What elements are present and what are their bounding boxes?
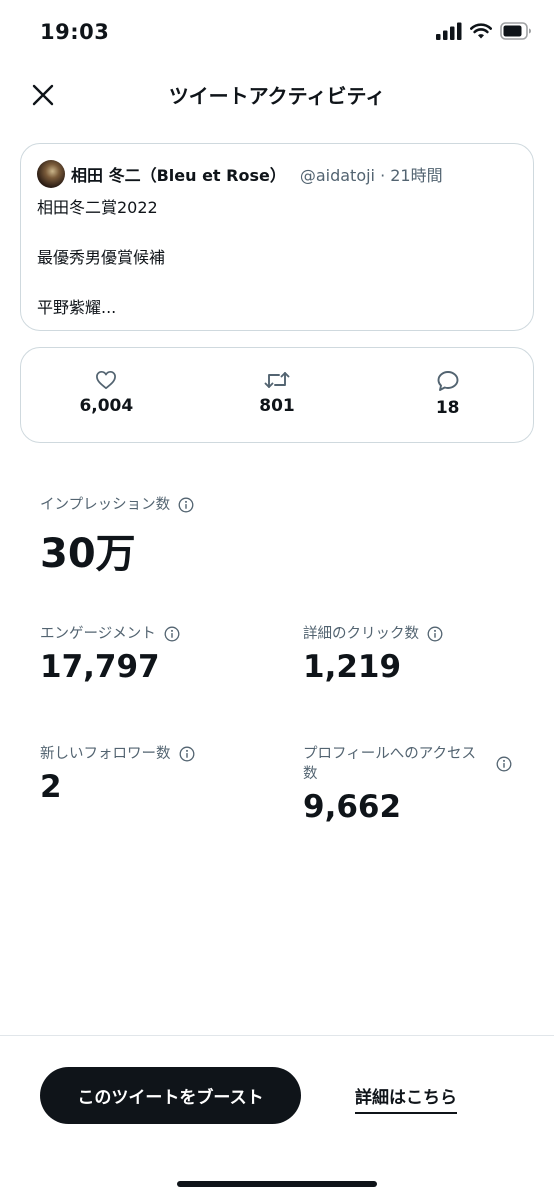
replies-count: 18 (435, 398, 460, 418)
signal-icon (436, 22, 462, 40)
top-nav: ツイートアクティビティ (0, 66, 554, 122)
impressions-metric: インプレッション数 30万 (40, 495, 194, 579)
avatar (37, 160, 65, 188)
tweet-preview-card[interactable]: 相田 冬二（Bleu et Rose） @aidatoji · 21時間 相田冬… (20, 143, 534, 331)
reply-icon (437, 371, 459, 391)
wifi-icon (470, 22, 492, 38)
retweets-count: 801 (259, 396, 295, 416)
battery-icon (500, 22, 531, 40)
replies-stat: 18 (362, 348, 533, 442)
details-link[interactable]: 詳細はこちら (355, 1083, 457, 1114)
new-followers-value: 2 (40, 769, 62, 805)
profile-visits-label-row: プロフィールへのアクセス数 (303, 744, 515, 784)
detail-clicks-label-row: 詳細のクリック数 (303, 624, 443, 644)
retweets-stat: 801 (192, 348, 363, 442)
engagement-counts-card: 6,004 801 18 (20, 347, 534, 443)
engagements-label-row: エンゲージメント (40, 624, 180, 644)
status-icons (436, 22, 532, 40)
info-icon[interactable] (178, 497, 194, 513)
profile-visits-metric: プロフィールへのアクセス数 9,662 (303, 744, 515, 825)
detail-clicks-label: 詳細のクリック数 (303, 626, 419, 642)
heart-icon (96, 370, 117, 390)
new-followers-label-row: 新しいフォロワー数 (40, 744, 195, 764)
tweet-text-line: 最優秀男優賞候補 (37, 248, 166, 267)
impressions-label-row: インプレッション数 (40, 495, 194, 515)
home-indicator (177, 1181, 377, 1187)
footer-divider (0, 1035, 554, 1036)
detail-clicks-value: 1,219 (303, 649, 402, 685)
engagements-metric: エンゲージメント 17,797 (40, 624, 180, 685)
impressions-label: インプレッション数 (40, 497, 171, 513)
info-icon[interactable] (496, 756, 512, 772)
impressions-value: 30万 (40, 531, 136, 577)
likes-stat: 6,004 (21, 348, 192, 442)
profile-visits-value: 9,662 (303, 789, 402, 825)
detail-clicks-metric: 詳細のクリック数 1,219 (303, 624, 443, 685)
info-icon[interactable] (179, 746, 195, 762)
retweet-icon (264, 372, 290, 388)
status-time: 19:03 (40, 20, 110, 44)
tweet-text-line: 相田冬二賞2022 (37, 198, 158, 217)
info-icon[interactable] (427, 626, 443, 642)
author-name: 相田 冬二（Bleu et Rose） (71, 166, 286, 185)
boost-tweet-button[interactable]: このツイートをブースト (40, 1067, 301, 1124)
author-handle-time: @aidatoji · 21時間 (299, 166, 443, 185)
engagements-value: 17,797 (40, 649, 160, 685)
profile-visits-label: プロフィールへのアクセス数 (303, 746, 476, 782)
likes-count: 6,004 (79, 396, 134, 416)
tweet-text-line: 平野紫耀... (37, 298, 117, 317)
new-followers-metric: 新しいフォロワー数 2 (40, 744, 195, 805)
tweet-header: 相田 冬二（Bleu et Rose） @aidatoji · 21時間 (37, 160, 517, 188)
page-title: ツイートアクティビティ (168, 84, 386, 108)
info-icon[interactable] (164, 626, 180, 642)
new-followers-label: 新しいフォロワー数 (40, 746, 171, 762)
engagements-label: エンゲージメント (40, 626, 156, 642)
status-bar: 19:03 (0, 0, 554, 66)
